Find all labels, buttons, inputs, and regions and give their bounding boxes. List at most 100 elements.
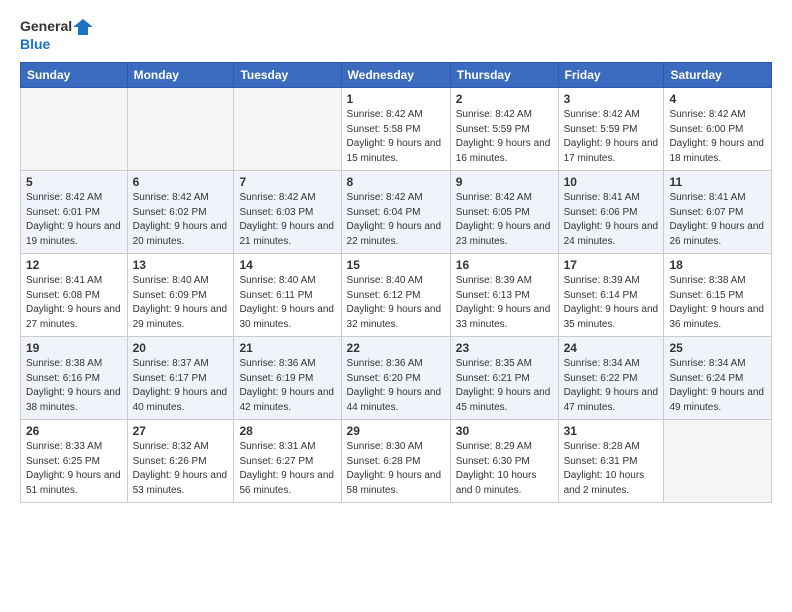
day-number: 30 — [456, 424, 553, 438]
calendar-cell: 25Sunrise: 8:34 AM Sunset: 6:24 PM Dayli… — [664, 337, 772, 420]
day-info: Sunrise: 8:30 AM Sunset: 6:28 PM Dayligh… — [347, 440, 445, 498]
day-number: 5 — [26, 175, 122, 189]
calendar-cell: 14Sunrise: 8:40 AM Sunset: 6:11 PM Dayli… — [234, 254, 341, 337]
calendar-cell: 15 Sunrise: 8:40 AM Sunset: 6:12 PM Dayli… — [341, 254, 450, 337]
logo: General Blue — [20, 18, 92, 52]
calendar-cell: 23 Sunrise: 8:35 AM Sunset: 6:21 PM Dayli… — [450, 337, 558, 420]
day-info: Sunrise: 8:42 AM Sunset: 6:00 PM Dayligh… — [669, 108, 766, 166]
day-info: Sunrise: 8:42 AM Sunset: 5:59 PM Dayligh… — [564, 108, 659, 166]
day-number: 9 — [456, 175, 553, 189]
page: General Blue SundayMondayTuesdayWednesda… — [0, 0, 792, 513]
day-info: Sunrise: 8:40 AM Sunset: 6:09 PM Dayligh… — [133, 274, 229, 332]
calendar-cell: 21 Sunrise: 8:36 AM Sunset: 6:19 PM Dayli… — [234, 337, 341, 420]
day-number: 29 — [347, 424, 445, 438]
day-info: Sunrise: 8:39 AM Sunset: 6:14 PM Dayligh… — [564, 274, 659, 332]
day-info: Sunrise: 8:32 AM Sunset: 6:26 PM Dayligh… — [133, 440, 229, 498]
day-info: Sunrise: 8:33 AM Sunset: 6:25 PM Dayligh… — [26, 440, 122, 498]
calendar-cell: 19 Sunrise: 8:38 AM Sunset: 6:16 PM Dayli… — [21, 337, 128, 420]
logo-text: General Blue — [20, 18, 92, 52]
day-info: Sunrise: 8:41 AM Sunset: 6:08 PM Dayligh… — [26, 274, 122, 332]
calendar-table: SundayMondayTuesdayWednesdayThursdayFrid… — [20, 62, 772, 503]
day-number: 21 — [239, 341, 335, 355]
day-number: 14 — [239, 258, 335, 272]
day-info: Sunrise: 8:42 AM Sunset: 6:01 PM Dayligh… — [26, 191, 122, 249]
calendar-cell: 20 Sunrise: 8:37 AM Sunset: 6:17 PM Dayli… — [127, 337, 234, 420]
day-number: 16 — [456, 258, 553, 272]
day-number: 4 — [669, 92, 766, 106]
day-info: Sunrise: 8:28 AM Sunset: 6:31 PM Dayligh… — [564, 440, 659, 498]
day-info: Sunrise: 8:34 AM Sunset: 6:22 PM Dayligh… — [564, 357, 659, 415]
day-info: Sunrise: 8:41 AM Sunset: 6:06 PM Dayligh… — [564, 191, 659, 249]
day-info: Sunrise: 8:42 AM Sunset: 6:03 PM Dayligh… — [239, 191, 335, 249]
day-info: Sunrise: 8:35 AM Sunset: 6:21 PM Dayligh… — [456, 357, 553, 415]
day-number: 1 — [347, 92, 445, 106]
day-info: Sunrise: 8:42 AM Sunset: 6:05 PM Dayligh… — [456, 191, 553, 249]
calendar-cell — [21, 88, 128, 171]
day-info: Sunrise: 8:38 AM Sunset: 6:15 PM Dayligh… — [669, 274, 766, 332]
calendar-cell: 4 Sunrise: 8:42 AM Sunset: 6:00 PM Daylig… — [664, 88, 772, 171]
calendar-cell: 22Sunrise: 8:36 AM Sunset: 6:20 PM Dayli… — [341, 337, 450, 420]
calendar-cell: 12 Sunrise: 8:41 AM Sunset: 6:08 PM Dayli… — [21, 254, 128, 337]
calendar-cell: 16 Sunrise: 8:39 AM Sunset: 6:13 PM Dayli… — [450, 254, 558, 337]
calendar-cell: 27Sunrise: 8:32 AM Sunset: 6:26 PM Dayli… — [127, 420, 234, 503]
header: General Blue — [20, 18, 772, 52]
calendar-cell: 13 Sunrise: 8:40 AM Sunset: 6:09 PM Dayli… — [127, 254, 234, 337]
day-number: 13 — [133, 258, 229, 272]
day-number: 20 — [133, 341, 229, 355]
day-number: 3 — [564, 92, 659, 106]
day-info: Sunrise: 8:39 AM Sunset: 6:13 PM Dayligh… — [456, 274, 553, 332]
weekday-header: Sunday — [21, 63, 128, 88]
calendar-cell: 8 Sunrise: 8:42 AM Sunset: 6:04 PM Daylig… — [341, 171, 450, 254]
calendar-cell — [127, 88, 234, 171]
day-info: Sunrise: 8:42 AM Sunset: 5:58 PM Dayligh… — [347, 108, 445, 166]
day-number: 26 — [26, 424, 122, 438]
day-number: 11 — [669, 175, 766, 189]
calendar-cell: 26 Sunrise: 8:33 AM Sunset: 6:25 PM Dayli… — [21, 420, 128, 503]
day-number: 8 — [347, 175, 445, 189]
day-number: 17 — [564, 258, 659, 272]
calendar-week-row: 26 Sunrise: 8:33 AM Sunset: 6:25 PM Dayli… — [21, 420, 772, 503]
weekday-header: Wednesday — [341, 63, 450, 88]
day-info: Sunrise: 8:42 AM Sunset: 5:59 PM Dayligh… — [456, 108, 553, 166]
calendar-cell: 5 Sunrise: 8:42 AM Sunset: 6:01 PM Daylig… — [21, 171, 128, 254]
day-number: 12 — [26, 258, 122, 272]
day-number: 6 — [133, 175, 229, 189]
day-number: 18 — [669, 258, 766, 272]
weekday-header: Tuesday — [234, 63, 341, 88]
day-number: 10 — [564, 175, 659, 189]
calendar-cell: 2 Sunrise: 8:42 AM Sunset: 5:59 PM Daylig… — [450, 88, 558, 171]
calendar-cell: 24Sunrise: 8:34 AM Sunset: 6:22 PM Dayli… — [558, 337, 664, 420]
calendar-week-row: 5 Sunrise: 8:42 AM Sunset: 6:01 PM Daylig… — [21, 171, 772, 254]
day-info: Sunrise: 8:36 AM Sunset: 6:19 PM Dayligh… — [239, 357, 335, 415]
weekday-header: Thursday — [450, 63, 558, 88]
day-number: 31 — [564, 424, 659, 438]
logo-arrow-icon — [74, 18, 92, 36]
calendar-cell — [664, 420, 772, 503]
calendar-cell: 9 Sunrise: 8:42 AM Sunset: 6:05 PM Daylig… — [450, 171, 558, 254]
weekday-header: Saturday — [664, 63, 772, 88]
weekday-header-row: SundayMondayTuesdayWednesdayThursdayFrid… — [21, 63, 772, 88]
calendar-cell: 11 Sunrise: 8:41 AM Sunset: 6:07 PM Dayli… — [664, 171, 772, 254]
day-number: 19 — [26, 341, 122, 355]
calendar-cell: 7 Sunrise: 8:42 AM Sunset: 6:03 PM Daylig… — [234, 171, 341, 254]
day-info: Sunrise: 8:42 AM Sunset: 6:04 PM Dayligh… — [347, 191, 445, 249]
day-info: Sunrise: 8:34 AM Sunset: 6:24 PM Dayligh… — [669, 357, 766, 415]
day-number: 2 — [456, 92, 553, 106]
day-info: Sunrise: 8:38 AM Sunset: 6:16 PM Dayligh… — [26, 357, 122, 415]
day-number: 7 — [239, 175, 335, 189]
day-number: 22 — [347, 341, 445, 355]
calendar-week-row: 19 Sunrise: 8:38 AM Sunset: 6:16 PM Dayli… — [21, 337, 772, 420]
calendar-cell — [234, 88, 341, 171]
day-info: Sunrise: 8:37 AM Sunset: 6:17 PM Dayligh… — [133, 357, 229, 415]
day-number: 23 — [456, 341, 553, 355]
calendar-cell: 3 Sunrise: 8:42 AM Sunset: 5:59 PM Daylig… — [558, 88, 664, 171]
day-info: Sunrise: 8:41 AM Sunset: 6:07 PM Dayligh… — [669, 191, 766, 249]
day-number: 15 — [347, 258, 445, 272]
day-info: Sunrise: 8:40 AM Sunset: 6:12 PM Dayligh… — [347, 274, 445, 332]
day-info: Sunrise: 8:29 AM Sunset: 6:30 PM Dayligh… — [456, 440, 553, 498]
calendar-week-row: 12 Sunrise: 8:41 AM Sunset: 6:08 PM Dayli… — [21, 254, 772, 337]
calendar-cell: 6Sunrise: 8:42 AM Sunset: 6:02 PM Daylig… — [127, 171, 234, 254]
calendar-cell: 29 Sunrise: 8:30 AM Sunset: 6:28 PM Dayli… — [341, 420, 450, 503]
calendar-week-row: 1 Sunrise: 8:42 AM Sunset: 5:58 PM Daylig… — [21, 88, 772, 171]
calendar-cell: 17 Sunrise: 8:39 AM Sunset: 6:14 PM Dayli… — [558, 254, 664, 337]
